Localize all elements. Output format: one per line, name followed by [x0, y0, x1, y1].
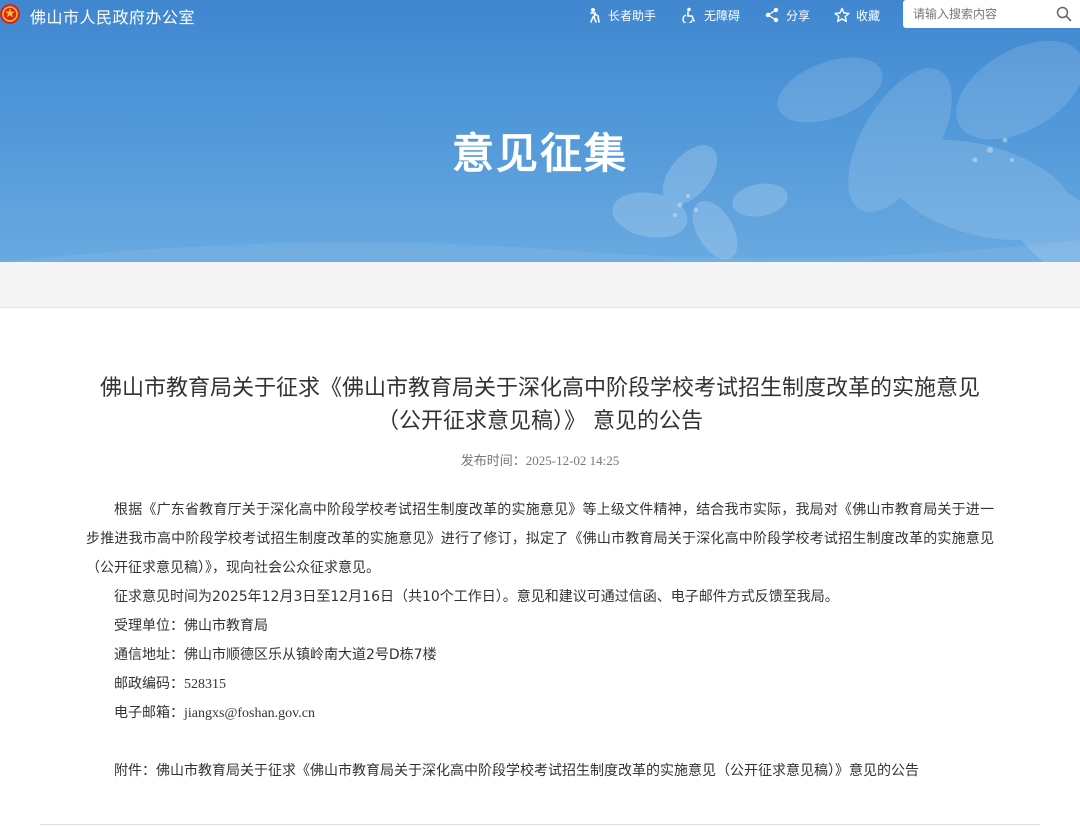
- contact-address-label: 通信地址：: [114, 647, 184, 663]
- publish-info: 发布时间：2025-12-02 14:25: [0, 450, 1080, 469]
- emblem-icon: [0, 4, 20, 24]
- contact-unit: 受理单位：佛山市教育局: [86, 612, 994, 641]
- contact-email-label: 电子邮箱：: [114, 705, 184, 721]
- breadcrumb-bar: [0, 262, 1080, 308]
- accessibility-icon: [682, 7, 695, 23]
- search-icon[interactable]: [1056, 6, 1072, 22]
- contact-postcode-label: 邮政编码：: [114, 676, 184, 692]
- top-bar: 佛山市人民政府办公室 长者助手 无障碍 分享 收藏 请输入搜索内容: [0, 0, 1080, 30]
- contact-email-value[interactable]: jiangxs@foshan.gov.cn: [184, 706, 315, 721]
- contact-address-value: 佛山市顺德区乐从镇岭南大道2号D栋7楼: [184, 647, 437, 663]
- search-box: [903, 0, 1080, 28]
- contact-unit-value: 佛山市教育局: [184, 618, 268, 634]
- accessibility-label: 无障碍: [704, 8, 741, 23]
- favorite-button[interactable]: 收藏: [834, 6, 880, 24]
- favorite-label: 收藏: [856, 8, 881, 23]
- accessibility-button[interactable]: 无障碍: [682, 6, 740, 24]
- header-banner: 佛山市人民政府办公室 长者助手 无障碍 分享 收藏 请输入搜索内容 意见征集: [0, 0, 1080, 262]
- share-label: 分享: [786, 8, 811, 23]
- share-icon: [765, 7, 779, 23]
- banner-title: 意见征集: [451, 129, 628, 178]
- contact-postcode: 邮政编码：528315: [86, 670, 994, 699]
- publish-label: 发布时间：: [460, 453, 526, 468]
- article-title-line1: 佛山市教育局关于征求《佛山市教育局关于深化高中阶段学校考试招生制度改革的实施意见: [99, 376, 980, 401]
- search-input[interactable]: [903, 1, 1051, 27]
- elder-helper-icon: [590, 8, 600, 23]
- contact-unit-label: 受理单位：: [114, 618, 184, 634]
- attachment-link[interactable]: 附件：佛山市教育局关于征求《佛山市教育局关于深化高中阶段学校考试招生制度改革的实…: [114, 760, 919, 780]
- site-name[interactable]: 佛山市人民政府办公室: [30, 4, 195, 28]
- star-icon: [834, 7, 850, 23]
- contact-address: 通信地址：佛山市顺德区乐从镇岭南大道2号D栋7楼: [86, 641, 994, 670]
- contact-postcode-value: 528315: [184, 677, 226, 692]
- article-title: 佛山市教育局关于征求《佛山市教育局关于深化高中阶段学校考试招生制度改革的实施意见…: [60, 372, 1020, 438]
- share-button[interactable]: 分享: [764, 6, 810, 24]
- publish-time: 2025-12-02 14:25: [525, 453, 620, 468]
- contact-email: 电子邮箱：jiangxs@foshan.gov.cn: [86, 699, 994, 728]
- paragraph-period: 征求意见时间为2025年12月3日至12月16日（共10个工作日）。意见和建议可…: [114, 589, 839, 605]
- paragraph-intro: 根据《广东省教育厅关于深化高中阶段学校考试招生制度改革的实施意见》等上级文件精神…: [86, 502, 994, 576]
- elder-helper-button[interactable]: 长者助手: [586, 6, 656, 24]
- article-body: 根据《广东省教育厅关于深化高中阶段学校考试招生制度改革的实施意见》等上级文件精神…: [86, 496, 994, 728]
- elder-helper-label: 长者助手: [608, 8, 657, 23]
- divider: [40, 824, 1040, 825]
- article-title-line2: （公开征求意见稿）》 意见的公告: [377, 409, 703, 434]
